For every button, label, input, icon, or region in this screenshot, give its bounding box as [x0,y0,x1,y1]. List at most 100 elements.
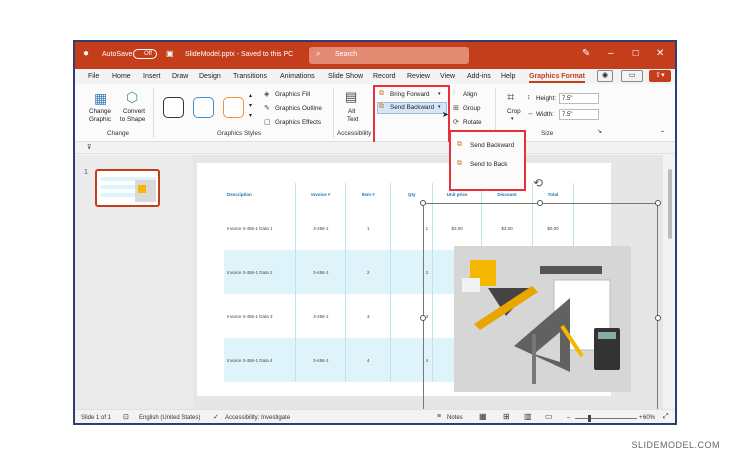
send-to-back-icon[interactable]: ⧉ [457,160,462,168]
slide-sorter-icon[interactable]: ⊞ [503,412,510,421]
search-box[interactable]: ⌕ Search [309,47,469,64]
send-backward-button[interactable]: Send Backward [390,104,434,111]
tab-add-ins[interactable]: Add-ins [467,73,491,80]
search-input[interactable]: Search [335,51,357,58]
customize-toolbar-icon[interactable]: ⊽ [87,144,91,151]
send-backward-icon[interactable]: ⧉ [379,103,384,111]
align-icon[interactable]: ⫶ [453,90,455,98]
send-backward-dropdown-icon[interactable]: ▾ [438,104,441,110]
scrollbar-thumb[interactable] [668,169,672,239]
graphics-fill-icon[interactable]: ◈ [264,90,269,98]
crop-dropdown-icon[interactable]: ▾ [511,116,514,122]
graphics-fill-button[interactable]: Graphics Fill [275,91,310,98]
crop-button[interactable]: Crop [507,108,521,115]
tab-slide-show[interactable]: Slide Show [328,73,363,80]
styles-scroll-down-icon[interactable]: ▾ [249,102,252,109]
bring-forward-button[interactable]: Bring Forward [390,91,430,98]
slideshow-icon[interactable]: ▭ [545,412,553,421]
group-icon[interactable]: ⊞ [453,104,459,112]
designer-pen-icon[interactable]: ✎ [582,48,590,59]
send-backward-menu-icon[interactable]: ⧉ [457,141,462,149]
height-input[interactable]: 7.5" [559,93,599,104]
graphics-outline-icon[interactable]: ✎ [264,104,270,112]
alt-text-label-1[interactable]: Alt [348,108,355,115]
cell: 3-456-1 [295,294,347,338]
zoom-slider[interactable] [575,418,637,419]
resize-handle[interactable] [420,200,426,206]
accessibility-icon[interactable]: ✓ [213,413,219,421]
accessibility-status[interactable]: Accessibility: Investigate [225,415,290,421]
rotate-button[interactable]: Rotate [463,119,482,126]
convert-label-2[interactable]: to Shape [120,116,145,123]
resize-handle[interactable] [537,200,543,206]
minimize-icon[interactable]: – [608,48,614,59]
resize-handle[interactable] [655,200,661,206]
convert-label-1[interactable]: Convert [123,108,145,115]
zoom-in-icon[interactable]: + [639,415,643,421]
notes-button[interactable]: Notes [447,415,463,421]
rotate-handle-icon[interactable]: ⟲ [533,176,543,190]
styles-more-icon[interactable]: ▾ [249,112,252,119]
tab-design[interactable]: Design [199,73,221,80]
bring-forward-icon[interactable]: ⧉ [379,90,384,98]
change-graphic-label-2[interactable]: Graphic [89,116,111,123]
zoom-out-icon[interactable]: – [567,415,570,421]
language-status[interactable]: English (United States) [139,415,200,421]
alt-text-icon[interactable]: ▤ [345,89,357,105]
record-button[interactable]: ◉ [597,70,613,82]
maximize-icon[interactable]: ☐ [632,49,639,58]
zoom-slider-thumb[interactable] [588,415,591,422]
tab-draw[interactable]: Draw [172,73,188,80]
fit-to-window-icon[interactable]: ⤢ [663,413,669,421]
notes-icon[interactable]: ≡ [437,413,441,420]
graphics-effects-button[interactable]: Graphics Effects [275,119,321,126]
ribbon-collapse-icon[interactable]: ⌃ [660,130,665,137]
reading-view-icon[interactable]: ▥ [524,412,532,421]
cell: Invoice 3-456-1 Data 4 [224,338,297,382]
autosave-toggle[interactable]: Off [133,49,157,59]
tab-file[interactable]: File [88,73,99,80]
group-button[interactable]: Group [463,105,481,112]
close-icon[interactable]: ✕ [656,48,664,59]
share-button[interactable]: ⇧▾ [649,70,671,82]
tab-animations[interactable]: Animations [280,73,315,80]
normal-view-icon[interactable]: ▦ [479,412,487,421]
convert-to-shape-icon[interactable]: ⬡ [126,89,138,106]
rotate-icon[interactable]: ⟳ [453,118,459,126]
tab-view[interactable]: View [440,73,455,80]
align-button[interactable]: Align [463,91,477,98]
selection-frame[interactable] [423,203,658,423]
menu-item-send-backward[interactable]: Send Backward [470,142,514,149]
resize-handle[interactable] [655,315,661,321]
tab-home[interactable]: Home [112,73,131,80]
size-launcher-icon[interactable]: ↘ [597,128,602,135]
comments-button[interactable]: ▭ [621,70,643,82]
graphic-style-dark[interactable] [163,97,184,118]
tab-review[interactable]: Review [407,73,430,80]
menu-item-send-to-back[interactable]: Send to Back [470,161,507,168]
alt-text-label-2[interactable]: Text [347,116,359,123]
cell: 3-456-1 [295,338,347,382]
zoom-level[interactable]: 60% [643,415,655,421]
spellcheck-icon[interactable]: ⊡ [123,413,129,421]
tab-record[interactable]: Record [373,73,396,80]
change-graphic-label-1[interactable]: Change [89,108,111,115]
crop-icon[interactable]: ⌗ [507,89,514,105]
graphic-style-blue[interactable] [193,97,214,118]
graphic-style-orange[interactable] [223,97,244,118]
tab-insert[interactable]: Insert [143,73,161,80]
width-label: Width: [536,111,554,118]
tab-transitions[interactable]: Transitions [233,73,267,80]
tab-help[interactable]: Help [501,73,515,80]
resize-handle[interactable] [420,315,426,321]
save-icon[interactable]: ▣ [166,49,174,58]
styles-scroll-up-icon[interactable]: ▴ [249,92,252,99]
change-graphic-icon[interactable]: ▦ [94,90,107,107]
width-input[interactable]: 7.5" [559,109,599,120]
bring-forward-dropdown-icon[interactable]: ▾ [438,91,441,97]
tab-graphics-format[interactable]: Graphics Format [529,73,586,83]
vertical-scrollbar[interactable] [665,155,675,409]
graphics-outline-button[interactable]: Graphics Outline [275,105,322,112]
graphics-effects-icon[interactable]: ▢ [264,118,271,126]
slide-thumbnail[interactable] [95,169,160,207]
